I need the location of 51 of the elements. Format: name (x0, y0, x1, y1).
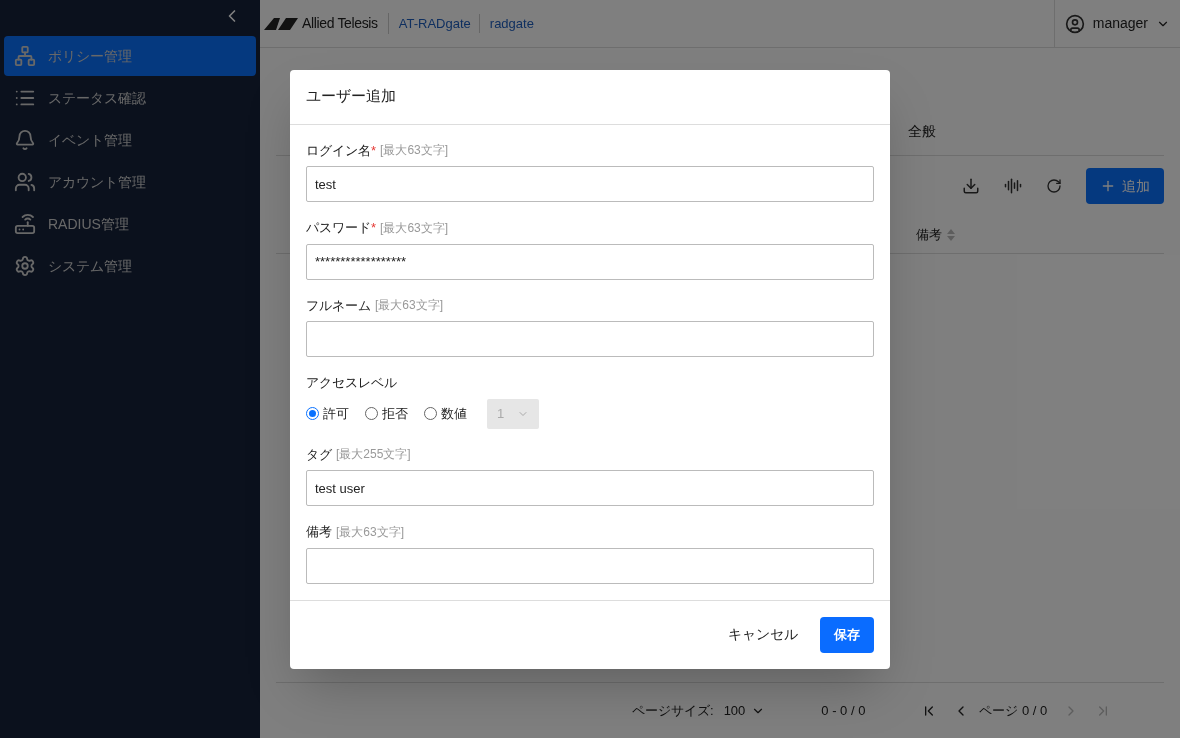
sidebar-item[interactable]: イベント管理 (4, 120, 256, 160)
field-hint: [最大255文字] (336, 446, 411, 464)
radio-option[interactable]: 許可 (306, 403, 349, 424)
page-size-select[interactable]: 100 (723, 700, 766, 721)
product-link[interactable]: AT-RADgate (390, 13, 480, 34)
required-mark: * (371, 141, 377, 160)
field-hint: [最大63文字] (336, 523, 404, 541)
field-label: 備考 (306, 523, 332, 541)
sidebar-item[interactable]: RADIUS管理 (4, 204, 256, 244)
download-icon[interactable] (962, 177, 980, 195)
field-hint: [最大63文字] (375, 297, 443, 315)
field-hint: [最大63文字] (380, 142, 449, 160)
field-label: タグ (306, 445, 332, 464)
people-icon (14, 171, 36, 193)
field-label: アクセスレベル (306, 374, 397, 392)
text-field[interactable] (306, 321, 874, 357)
text-field[interactable]: test (306, 166, 874, 202)
wave-icon[interactable] (1004, 177, 1022, 195)
logo-icon (264, 17, 298, 30)
user-icon (1064, 13, 1085, 34)
page-size-label: ページサイズ: (632, 701, 714, 720)
host-link[interactable]: radgate (479, 13, 544, 34)
text-field[interactable]: test user (306, 470, 874, 506)
refresh-icon[interactable] (1046, 178, 1062, 194)
radio-option[interactable]: 数値 (424, 403, 467, 424)
sidebar-item[interactable]: システム管理 (4, 246, 256, 286)
field-label: フルネーム (306, 296, 371, 315)
user-menu[interactable]: manager (1053, 0, 1180, 47)
field-hint: [最大63文字] (380, 219, 449, 237)
plus-icon (1100, 178, 1116, 194)
field-label: パスワード (306, 219, 371, 237)
settings-icon (14, 255, 36, 277)
radio-option[interactable]: 拒否 (365, 403, 408, 424)
sidebar-item[interactable]: ステータス確認 (4, 78, 256, 118)
text-field[interactable] (306, 547, 874, 584)
dialog-title: ユーザー追加 (306, 86, 396, 107)
text-field[interactable]: ****************** (306, 243, 874, 280)
router-icon (14, 213, 36, 235)
bell-icon (14, 129, 36, 151)
page-indicator: ページ 0 / 0 (979, 701, 1048, 720)
add-button[interactable]: 追加 (1086, 168, 1164, 204)
field-label: ログイン名 (306, 141, 371, 160)
save-button[interactable]: 保存 (820, 616, 874, 653)
tree-icon (14, 45, 36, 67)
column-header[interactable]: 備考 (916, 224, 942, 245)
logo-text: Allied Telesis (302, 13, 389, 34)
cancel-button[interactable]: キャンセル (726, 624, 800, 645)
sidebar-item[interactable]: アカウント管理 (4, 162, 256, 202)
required-mark: * (371, 219, 377, 237)
range-text: 0 - 0 / 0 (821, 701, 866, 720)
tab[interactable]: 全般 (908, 121, 936, 142)
